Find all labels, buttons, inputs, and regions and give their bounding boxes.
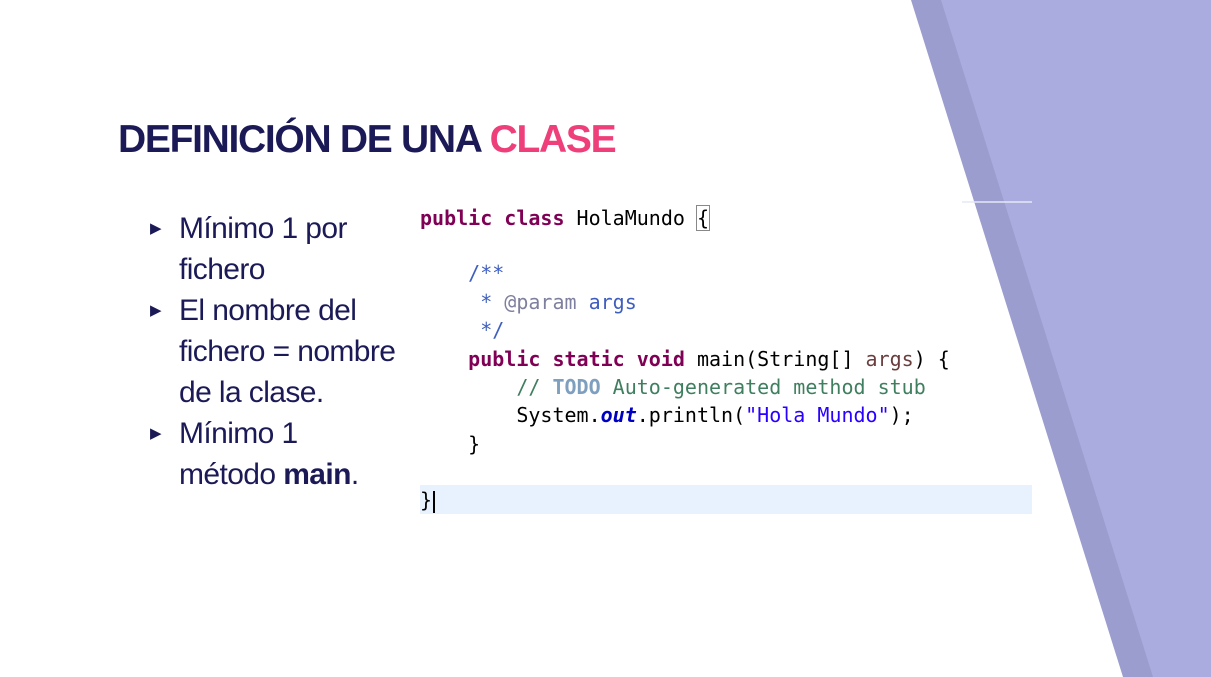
code-screenshot: public class HolaMundo { /** * @param ar… (420, 200, 1032, 516)
code-line-5: public static void main(String[] args) { (420, 347, 950, 371)
code-line-8: } (420, 432, 481, 456)
bullet-text-3: Mínimo 1 método (179, 417, 298, 491)
slide-title: DEFINICIÓN DE UNA CLASE (118, 118, 617, 162)
bullet-text-1: Mínimo 1 por fichero (179, 212, 347, 286)
code-line-4: */ (420, 318, 505, 342)
title-main: DEFINICIÓN DE UNA (118, 118, 490, 161)
bullet-item-1: ▶ Mínimo 1 por fichero (150, 208, 400, 290)
text-caret (433, 490, 436, 513)
bullet-text-2: El nombre del fichero = nombre de la cla… (179, 294, 396, 409)
code-line-6: // TODO Auto-generated method stub (420, 375, 926, 399)
bullet-list: ▶ Mínimo 1 por fichero ▶ El nombre del f… (150, 208, 400, 495)
current-line-highlight (420, 485, 1032, 514)
bullet-bold-main: main (283, 458, 351, 491)
bullet-marker-icon: ▶ (150, 220, 162, 237)
bullet-item-2: ▶ El nombre del fichero = nombre de la c… (150, 290, 400, 413)
bullet-item-3: ▶ Mínimo 1 método main. (150, 413, 400, 495)
code-line-9: } (420, 486, 436, 514)
code-line-2: /** (420, 261, 505, 285)
code-line-1: public class HolaMundo { (420, 205, 711, 231)
bullet-text-3-end: . (350, 458, 359, 491)
bullet-marker-icon: ▶ (150, 425, 162, 442)
code-line-3: * @param args (420, 290, 637, 314)
bullet-marker-icon: ▶ (150, 302, 162, 319)
title-accent: CLASE (489, 118, 617, 161)
code-line-7: System.out.println("Hola Mundo"); (420, 403, 914, 427)
